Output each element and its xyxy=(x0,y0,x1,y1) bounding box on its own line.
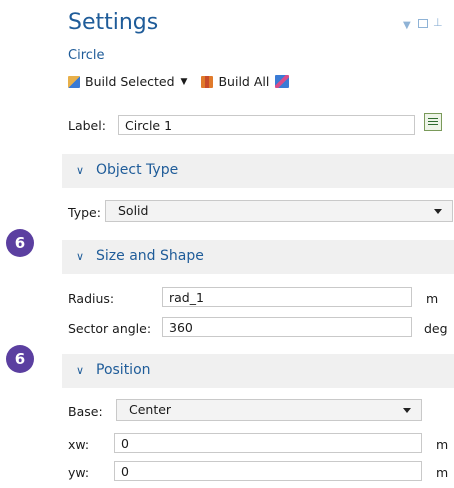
xw-input[interactable]: 0 xyxy=(114,433,422,453)
node-subtitle: Circle xyxy=(68,48,105,63)
geometry-icon xyxy=(275,75,290,88)
build-all-button[interactable]: Build All xyxy=(201,74,269,89)
build-geometry-button[interactable] xyxy=(275,75,294,88)
type-select[interactable]: Solid xyxy=(105,200,453,222)
build-selected-dropdown[interactable]: ▼ xyxy=(181,77,188,87)
chevron-down-icon: ▼ xyxy=(180,76,188,87)
radius-label: Radius: xyxy=(68,291,115,306)
toolbar: Build Selected ▼ Build All xyxy=(68,74,300,89)
xw-label: xw: xyxy=(68,437,90,452)
section-size-and-shape[interactable]: ∨ Size and Shape xyxy=(62,240,454,274)
maximize-icon[interactable] xyxy=(418,19,428,28)
chevron-down-icon xyxy=(403,408,411,413)
section-position[interactable]: ∨ Position xyxy=(62,354,454,388)
pin-icon[interactable]: ⊥ xyxy=(433,16,443,29)
step-badge: 6 xyxy=(6,345,34,373)
base-label: Base: xyxy=(68,404,103,419)
sector-angle-label: Sector angle: xyxy=(68,321,152,336)
edit-label-icon[interactable] xyxy=(424,113,442,131)
section-title: Object Type xyxy=(96,162,179,178)
xw-unit: m xyxy=(436,437,449,452)
sector-angle-unit: deg xyxy=(424,321,448,336)
yw-input[interactable]: 0 xyxy=(114,461,422,481)
base-select[interactable]: Center xyxy=(116,399,422,421)
build-selected-icon xyxy=(68,75,80,88)
sector-angle-input[interactable]: 360 xyxy=(162,317,412,337)
radius-unit: m xyxy=(426,291,439,306)
type-select-value: Solid xyxy=(118,203,149,218)
build-all-icon xyxy=(201,75,214,88)
step-badge: 6 xyxy=(6,229,34,257)
label-caption: Label: xyxy=(68,118,106,133)
dropdown-icon[interactable]: ▼ xyxy=(403,20,411,31)
yw-label: yw: xyxy=(68,465,90,480)
chevron-down-icon xyxy=(434,209,442,214)
yw-unit: m xyxy=(436,465,449,480)
chevron-down-icon: ∨ xyxy=(76,364,85,377)
base-select-value: Center xyxy=(129,402,172,417)
radius-input[interactable]: rad_1 xyxy=(162,287,412,307)
build-all-label: Build All xyxy=(218,74,270,89)
chevron-down-icon: ∨ xyxy=(76,164,85,177)
section-title: Position xyxy=(96,362,151,378)
type-label: Type: xyxy=(68,205,101,220)
build-selected-button[interactable]: Build Selected xyxy=(68,74,175,89)
build-selected-label: Build Selected xyxy=(85,74,175,89)
section-title: Size and Shape xyxy=(96,248,204,264)
chevron-down-icon: ∨ xyxy=(76,250,85,263)
section-object-type[interactable]: ∨ Object Type xyxy=(62,154,454,188)
label-input[interactable]: Circle 1 xyxy=(118,115,415,135)
page-title: Settings xyxy=(68,10,159,35)
